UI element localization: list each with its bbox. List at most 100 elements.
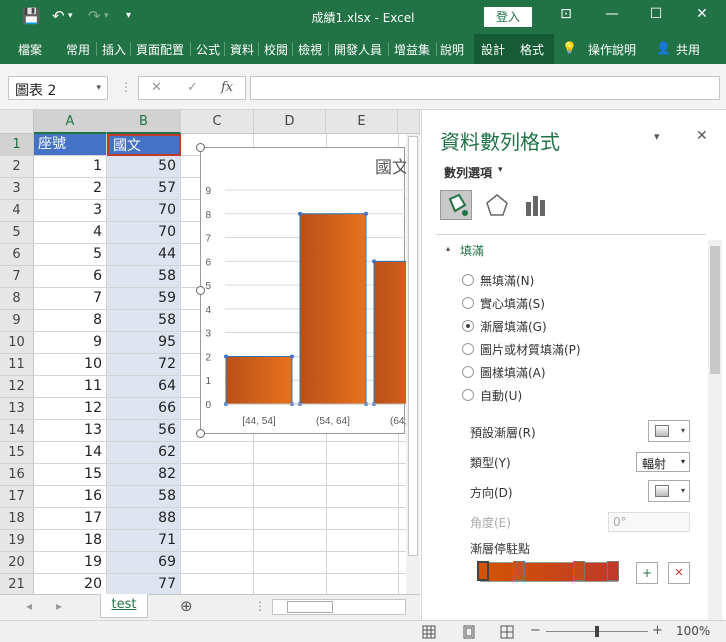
cell-chinese-score[interactable]: 95 <box>107 332 181 354</box>
empty-cell[interactable] <box>181 552 254 574</box>
column-header-f[interactable] <box>398 110 420 134</box>
cell-seat-number[interactable]: 9 <box>34 332 107 354</box>
cell-seat-number[interactable]: 6 <box>34 266 107 288</box>
cell-chinese-score[interactable]: 72 <box>107 354 181 376</box>
tab-design[interactable]: 設計 <box>481 41 505 58</box>
enter-icon[interactable]: ✓ <box>187 80 198 95</box>
cell-seat-number[interactable]: 12 <box>34 398 107 420</box>
name-box[interactable]: 圖表 2 ▾ <box>8 76 108 100</box>
tab-home[interactable]: 常用 <box>66 41 90 58</box>
cell-seat-number[interactable]: 13 <box>34 420 107 442</box>
save-icon[interactable]: 💾 <box>22 7 41 25</box>
series-options-dropdown-icon[interactable]: ▾ <box>498 165 503 175</box>
zoom-slider[interactable] <box>546 626 648 637</box>
column-header-a[interactable]: A <box>34 110 107 134</box>
empty-cell[interactable] <box>181 530 254 552</box>
row-header[interactable]: 9 <box>0 310 34 332</box>
add-sheet-icon[interactable]: ⊕ <box>180 597 193 615</box>
empty-cell[interactable] <box>326 442 399 464</box>
tab-developer[interactable]: 開發人員 <box>334 41 382 58</box>
column-header-d[interactable]: D <box>254 110 326 134</box>
cell-seat-number[interactable]: 7 <box>34 288 107 310</box>
row-header[interactable]: 5 <box>0 222 34 244</box>
row-header[interactable]: 19 <box>0 530 34 552</box>
header-cell-seat-number[interactable]: 座號 <box>34 134 107 156</box>
radio-picture-fill[interactable] <box>462 343 474 355</box>
scroll-thumb[interactable] <box>408 136 418 556</box>
next-sheet-icon[interactable]: ▸ <box>56 599 62 613</box>
empty-cell[interactable] <box>326 486 399 508</box>
page-layout-view-icon[interactable] <box>462 625 476 639</box>
cell-chinese-score[interactable]: 77 <box>107 574 181 594</box>
redo-icon[interactable]: ↷ <box>88 7 101 25</box>
tab-help[interactable]: 說明 <box>440 41 464 58</box>
cell-chinese-score[interactable]: 70 <box>107 222 181 244</box>
radio-pattern-fill[interactable] <box>462 366 474 378</box>
cell-chinese-score[interactable]: 58 <box>107 266 181 288</box>
vertical-scrollbar[interactable] <box>406 134 420 594</box>
bar-selection-handle[interactable] <box>290 354 294 359</box>
cell-chinese-score[interactable]: 58 <box>107 310 181 332</box>
fill-line-icon[interactable] <box>440 190 472 220</box>
row-header[interactable]: 15 <box>0 442 34 464</box>
cell-seat-number[interactable]: 14 <box>34 442 107 464</box>
bar-selection-handle[interactable] <box>224 354 228 359</box>
tab-format[interactable]: 格式 <box>520 41 544 58</box>
cell-chinese-score[interactable]: 50 <box>107 156 181 178</box>
pane-scrollbar[interactable] <box>708 240 722 620</box>
row-header[interactable]: 8 <box>0 288 34 310</box>
cell-chinese-score[interactable]: 70 <box>107 200 181 222</box>
empty-cell[interactable] <box>254 508 327 530</box>
cell-seat-number[interactable]: 8 <box>34 310 107 332</box>
tab-review[interactable]: 校閱 <box>264 41 288 58</box>
cell-seat-number[interactable]: 17 <box>34 508 107 530</box>
normal-view-icon[interactable] <box>422 625 436 639</box>
cancel-icon[interactable]: ✕ <box>151 80 162 95</box>
empty-cell[interactable] <box>326 464 399 486</box>
tab-data[interactable]: 資料 <box>230 41 254 58</box>
row-header[interactable]: 7 <box>0 266 34 288</box>
histogram-bar[interactable] <box>299 213 367 405</box>
gradient-stop-handle[interactable] <box>477 561 489 581</box>
preset-gradient-dropdown[interactable]: ▾ <box>648 420 690 442</box>
column-header-e[interactable]: E <box>326 110 398 134</box>
row-header[interactable]: 1 <box>0 134 34 156</box>
empty-cell[interactable] <box>326 508 399 530</box>
scroll-thumb[interactable] <box>710 246 720 374</box>
cell-chinese-score[interactable]: 66 <box>107 398 181 420</box>
sheet-tab-test[interactable]: test <box>100 594 148 618</box>
chevron-down-icon[interactable]: ▾ <box>96 83 101 93</box>
empty-cell[interactable] <box>254 464 327 486</box>
gradient-stop-handle[interactable] <box>573 561 585 581</box>
cell-chinese-score[interactable]: 56 <box>107 420 181 442</box>
row-header[interactable]: 14 <box>0 420 34 442</box>
row-header[interactable]: 4 <box>0 200 34 222</box>
cell-seat-number[interactable]: 19 <box>34 552 107 574</box>
scroll-thumb[interactable] <box>287 601 333 613</box>
cell-seat-number[interactable]: 20 <box>34 574 107 594</box>
share-button[interactable]: 共用 <box>676 41 700 58</box>
bar-selection-handle[interactable] <box>298 211 302 216</box>
bar-selection-handle[interactable] <box>364 211 368 216</box>
direction-dropdown[interactable]: ▾ <box>648 480 690 502</box>
cell-chinese-score[interactable]: 62 <box>107 442 181 464</box>
formula-input[interactable] <box>250 76 720 100</box>
tab-view[interactable]: 檢視 <box>298 41 322 58</box>
resize-handle[interactable] <box>196 286 205 295</box>
redo-dropdown-icon[interactable]: ▾ <box>104 11 109 21</box>
row-header[interactable]: 6 <box>0 244 34 266</box>
empty-cell[interactable] <box>326 574 399 594</box>
cell-seat-number[interactable]: 15 <box>34 464 107 486</box>
cell-chinese-score[interactable]: 44 <box>107 244 181 266</box>
row-header[interactable]: 12 <box>0 376 34 398</box>
horizontal-scrollbar[interactable] <box>272 599 406 615</box>
select-all-corner[interactable] <box>0 110 34 134</box>
cell-seat-number[interactable]: 2 <box>34 178 107 200</box>
undo-dropdown-icon[interactable]: ▾ <box>68 11 73 21</box>
histogram-chart[interactable]: 0 1 2 3 4 5 6 7 8 9 [44, 54] (54, 64] (64, 74] 國文 <box>196 143 442 438</box>
series-options-label[interactable]: 數列選項 <box>444 164 492 181</box>
effects-pentagon-icon[interactable] <box>484 192 510 218</box>
empty-cell[interactable] <box>181 574 254 594</box>
prev-sheet-icon[interactable]: ◂ <box>26 599 32 613</box>
gradient-type-select[interactable]: 輻射 ▾ <box>636 452 690 472</box>
